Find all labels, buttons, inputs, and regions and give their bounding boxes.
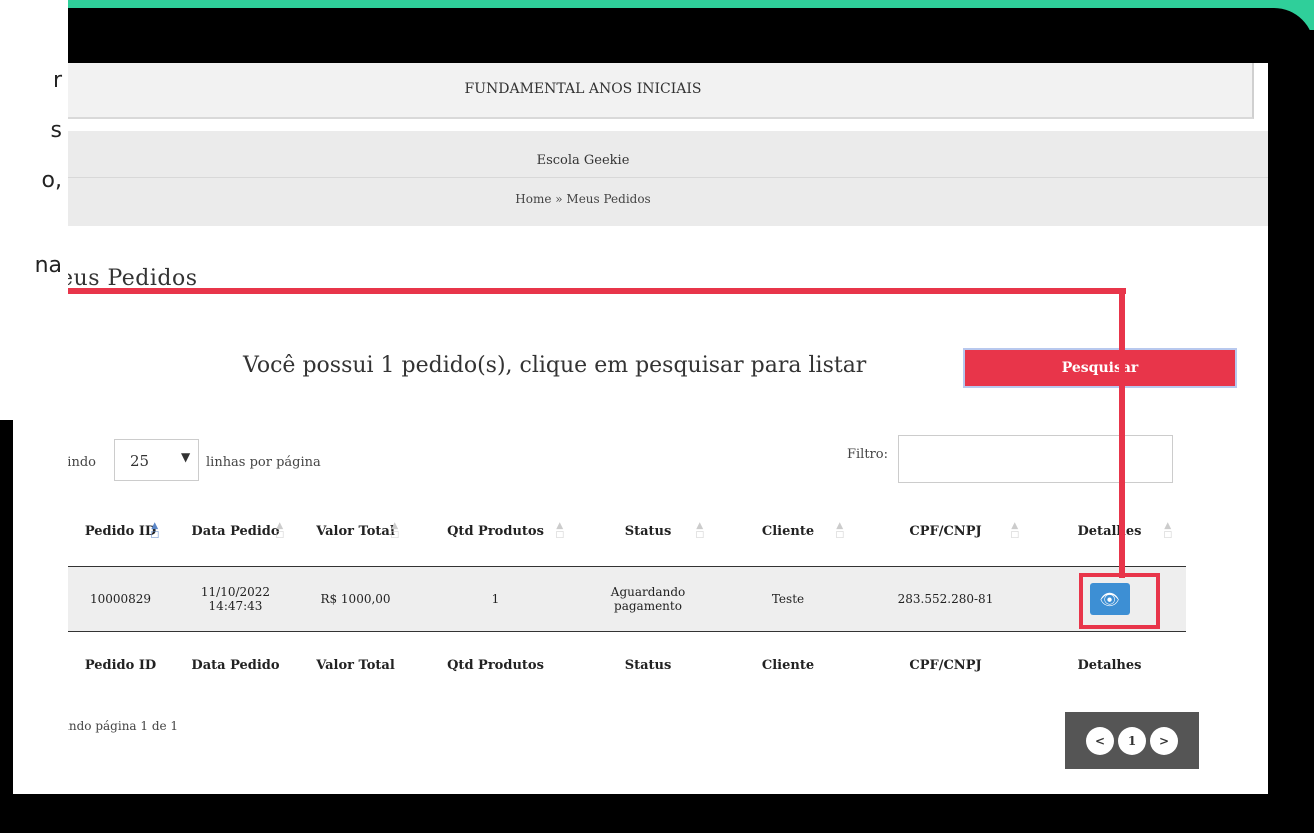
header-label: Status	[624, 523, 672, 539]
filter-label: Filtro:	[847, 447, 888, 462]
table-footer-row: Pedido ID Data Pedido Valor Total Qtd Pr…	[68, 632, 1186, 699]
pagination: < 1 >	[1065, 712, 1199, 769]
sort-icon: ▲ □	[390, 521, 399, 540]
breadcrumb[interactable]: Home » Meus Pedidos	[68, 192, 1098, 206]
column-header[interactable]: Qtd Produtos ▲ □	[413, 496, 578, 567]
sort-icon: ▲ □	[275, 521, 284, 540]
school-header: Escola Geekie Home » Meus Pedidos	[68, 131, 1268, 226]
column-header[interactable]: Detalhes ▲ □	[1033, 496, 1186, 567]
table-header-row: Pedido ID ▲ □ Data Pedido ▲ □ Valor Total ▲ □ …	[68, 496, 1186, 567]
bottom-frame-bar	[0, 794, 1314, 833]
cell-cliente: Teste	[718, 566, 858, 632]
callout-text-2: s	[50, 118, 62, 143]
sort-icon: ▲ □	[1163, 521, 1172, 540]
footer-label: Status	[624, 657, 672, 673]
column-header[interactable]: Valor Total ▲ □	[298, 496, 413, 567]
length-prefix: Exibindo	[68, 455, 96, 470]
cell-valor-total: R$ 1000,00	[298, 566, 413, 632]
footer-label: Data Pedido	[191, 657, 280, 673]
rows-per-page-value: 25	[130, 452, 150, 470]
rows-per-page-select[interactable]: 25 ▼	[114, 439, 199, 481]
footer-label: Qtd Produtos	[447, 657, 544, 673]
footer-label: Pedido ID	[84, 657, 157, 673]
header-label: Pedido ID	[84, 523, 157, 539]
callout-text-1: r	[52, 68, 62, 93]
sort-icon: ▲ □	[555, 521, 564, 540]
cell-status: Aguardando pagamento	[578, 566, 718, 632]
filter-input[interactable]	[898, 435, 1173, 483]
header-label: Cliente	[761, 523, 815, 539]
search-button[interactable]: Pesquisar	[963, 348, 1237, 388]
header-label: Valor Total	[316, 523, 395, 539]
column-header[interactable]: CPF/CNPJ ▲ □	[858, 496, 1033, 567]
orders-page: FUNDAMENTAL ANOS INICIAIS Escola Geekie …	[68, 63, 1268, 794]
highlight-line-horizontal	[68, 288, 1126, 294]
column-header[interactable]: Cliente ▲ □	[718, 496, 858, 567]
segment-label: FUNDAMENTAL ANOS INICIAIS	[464, 81, 702, 97]
highlight-box	[1079, 573, 1160, 629]
cell-data-pedido: 11/10/2022 14:47:43	[173, 566, 298, 632]
footer-label: Valor Total	[316, 657, 395, 673]
chevron-down-icon: ▼	[181, 450, 191, 464]
cell-pedido-id: 10000829	[68, 566, 173, 632]
orders-info-text: Você possui 1 pedido(s), clique em pesqu…	[243, 353, 867, 378]
table-row: 10000829 11/10/2022 14:47:43 R$ 1000,00 …	[68, 566, 1186, 632]
orders-table: Pedido ID ▲ □ Data Pedido ▲ □ Valor Total ▲ □ …	[68, 496, 1186, 698]
sort-icon: ▲ □	[835, 521, 844, 540]
prev-page-button[interactable]: <	[1086, 726, 1114, 755]
column-header[interactable]: Pedido ID ▲ □	[68, 496, 173, 567]
header-label: Data Pedido	[191, 523, 280, 539]
segment-header: FUNDAMENTAL ANOS INICIAIS	[68, 63, 1254, 119]
highlight-line-vertical	[1119, 288, 1125, 578]
divider	[68, 177, 1268, 178]
sort-icon: ▲ □	[695, 521, 704, 540]
header-label: Qtd Produtos	[447, 523, 544, 539]
instruction-callout: r s o, na	[0, 0, 68, 420]
school-name: Escola Geekie	[536, 153, 630, 168]
header-label: Detalhes	[1077, 523, 1142, 539]
cell-cpf-cnpj: 283.552.280-81	[858, 566, 1033, 632]
footer-label: CPF/CNPJ	[909, 657, 982, 673]
sort-asc-icon: ▲ □	[150, 521, 159, 540]
page-1-button[interactable]: 1	[1118, 726, 1146, 755]
column-header[interactable]: Status ▲ □	[578, 496, 718, 567]
callout-text-3: o,	[41, 168, 62, 193]
next-page-button[interactable]: >	[1150, 726, 1178, 755]
footer-label: Cliente	[761, 657, 815, 673]
callout-text-4: na	[34, 253, 62, 278]
page-info: Exibindo página 1 de 1	[68, 719, 179, 733]
sort-icon: ▲ □	[1010, 521, 1019, 540]
header-label: CPF/CNPJ	[909, 523, 982, 539]
length-suffix: linhas por página	[206, 455, 321, 470]
footer-label: Detalhes	[1077, 657, 1142, 673]
cell-qtd-produtos: 1	[413, 566, 578, 632]
column-header[interactable]: Data Pedido ▲ □	[173, 496, 298, 567]
page-left-strip	[13, 420, 68, 794]
